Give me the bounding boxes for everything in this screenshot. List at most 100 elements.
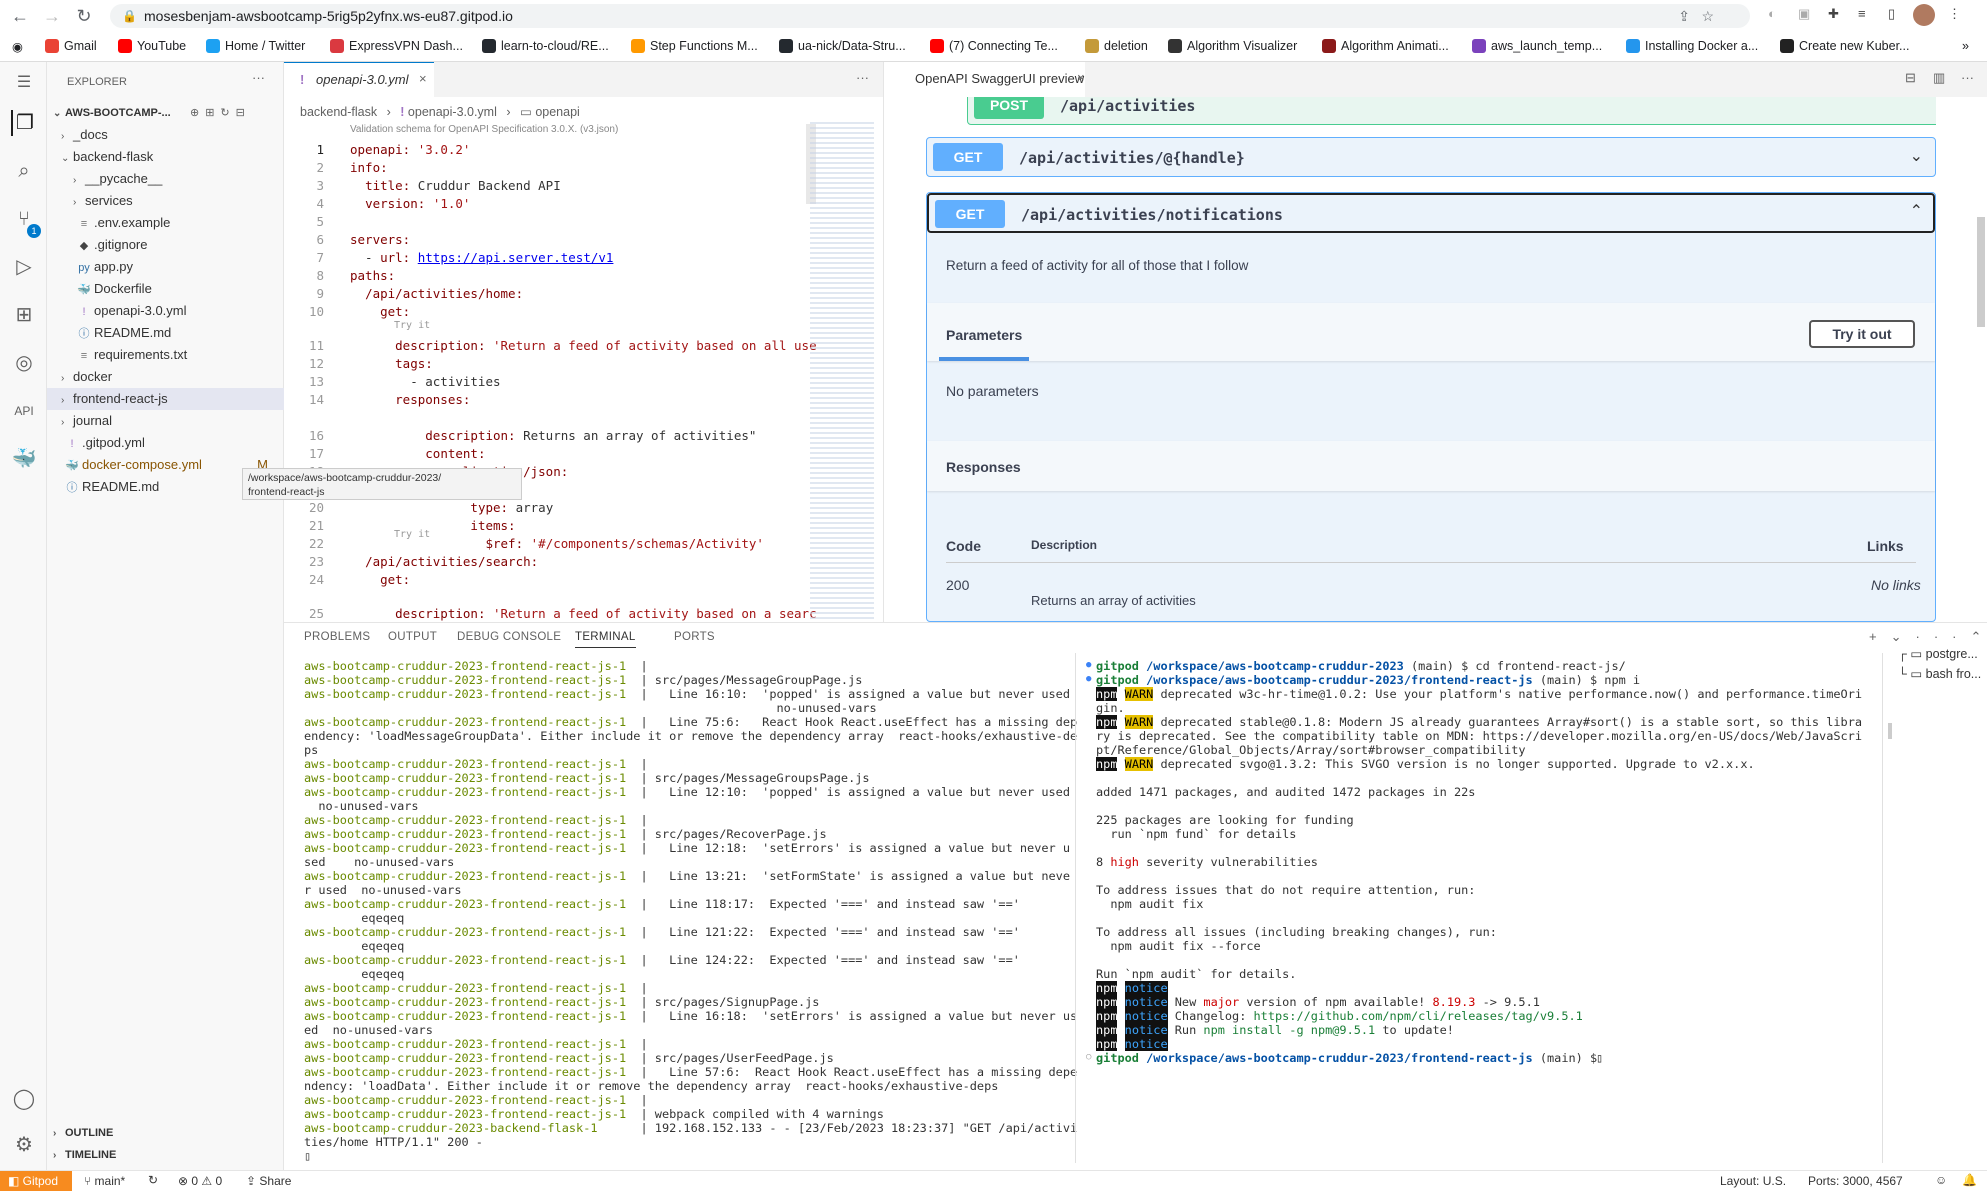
tree-item[interactable]: › _docs — [47, 124, 284, 146]
tab-openapi-yml[interactable]: ! openapi-3.0.yml × — [284, 62, 434, 97]
panel-tab-problems[interactable]: PROBLEMS — [304, 631, 370, 643]
reload-icon[interactable]: ↻ — [72, 4, 96, 28]
keyboard-layout[interactable]: Layout: U.S. — [1720, 1174, 1786, 1188]
timeline-section[interactable]: › TIMELINE — [47, 1144, 284, 1166]
puzzle-icon[interactable]: ✚ — [1828, 6, 1839, 22]
workspace-root[interactable]: ⌄ AWS-BOOTCAMP-... ⊕⊞↻⊟ — [47, 102, 284, 124]
tree-item[interactable]: ≡ requirements.txt — [47, 344, 284, 366]
operation-post-activities[interactable]: POST /api/activities ⌄ — [967, 97, 1936, 125]
bookmark-item[interactable]: learn-to-cloud/RE... — [482, 39, 609, 53]
outline-section[interactable]: › OUTLINE — [47, 1122, 284, 1144]
tree-item[interactable]: › frontend-react-js — [47, 388, 284, 410]
avatar[interactable] — [1913, 4, 1935, 26]
apps-icon[interactable]: ◉ — [12, 39, 23, 54]
back-arrow-icon[interactable]: ← — [8, 4, 32, 28]
tree-item[interactable]: ! .gitpod.yml — [47, 432, 284, 454]
more-actions-icon[interactable]: ··· — [252, 70, 265, 85]
operation-get-handle[interactable]: GET /api/activities/@{handle} ⌄ — [926, 137, 1936, 177]
extension-icon[interactable]: ▣ — [1798, 6, 1810, 22]
tree-item[interactable]: › docker — [47, 366, 284, 388]
bookmark-item[interactable]: YouTube — [118, 39, 186, 53]
more-actions-icon[interactable]: ··· — [1961, 70, 1974, 85]
panel-tab-debug-console[interactable]: DEBUG CONSOLE — [457, 631, 561, 643]
bookmark-item[interactable]: aws_launch_temp... — [1472, 39, 1602, 53]
bookmark-item[interactable]: Algorithm Visualizer — [1168, 39, 1297, 53]
terminal-item[interactable]: └ ▭ bash fro... — [1898, 666, 1981, 681]
tree-item[interactable]: 🐳 Dockerfile — [47, 278, 284, 300]
breadcrumb-item[interactable]: openapi — [535, 105, 580, 119]
branch-indicator[interactable]: ⑂ main* — [84, 1174, 125, 1188]
scrollbar-thumb[interactable] — [1888, 723, 1892, 739]
bookmark-item[interactable]: Algorithm Animati... — [1322, 39, 1449, 53]
codelens[interactable]: Try it — [394, 320, 430, 331]
bookmark-star-icon[interactable]: ☆ — [1701, 4, 1714, 28]
run-debug-icon[interactable]: ▷ — [11, 254, 37, 280]
gitpod-button[interactable]: ◧ Gitpod — [0, 1171, 72, 1191]
extension-icon[interactable]: ◐ — [1768, 6, 1776, 21]
more-bookmarks-icon[interactable]: » — [1962, 39, 1969, 53]
tree-item[interactable]: › services — [47, 190, 284, 212]
tree-item[interactable]: ! openapi-3.0.yml — [47, 300, 284, 322]
tree-item[interactable]: py app.py — [47, 256, 284, 278]
bookmark-item[interactable]: ua-nick/Data-Stru... — [779, 39, 906, 53]
minimap[interactable] — [810, 122, 874, 682]
tree-item[interactable]: ◆ .gitignore — [47, 234, 284, 256]
scrollbar-thumb[interactable] — [1977, 217, 1985, 327]
split-divider[interactable] — [1075, 653, 1076, 1163]
operation-summary[interactable]: GET /api/activities/notifications ⌃ — [927, 193, 1935, 233]
sidepanel-icon[interactable]: ▯ — [1888, 6, 1895, 22]
code-line: 14 responses: — [284, 391, 804, 409]
bookmark-item[interactable]: ExpressVPN Dash... — [330, 39, 463, 53]
chevron-right-icon: › — [53, 1150, 57, 1161]
bell-icon[interactable]: 🔔 — [1962, 1173, 1977, 1187]
github-icon[interactable]: ◎ — [11, 350, 37, 376]
media-icon[interactable]: ≡ — [1858, 6, 1866, 21]
try-it-out-button[interactable]: Try it out — [1809, 320, 1915, 348]
terminal-item[interactable]: ┌ ▭ postgre... — [1898, 646, 1978, 661]
codelens[interactable]: Try it — [394, 529, 430, 540]
more-actions-icon[interactable]: ··· — [856, 70, 869, 85]
panel-actions[interactable]: +⌄···⌃× — [1869, 629, 1987, 645]
close-icon[interactable]: × — [419, 71, 427, 86]
breadcrumb-item[interactable]: backend-flask — [300, 105, 377, 119]
settings-gear-icon[interactable]: ⚙ — [11, 1132, 37, 1158]
panel-tab-terminal[interactable]: TERMINAL — [575, 631, 636, 648]
forward-arrow-icon[interactable]: → — [40, 4, 64, 28]
breadcrumb-item[interactable]: openapi-3.0.yml — [408, 105, 497, 119]
bookmark-item[interactable]: Gmail — [45, 39, 97, 53]
tree-item[interactable]: ⌄ backend-flask — [47, 146, 284, 168]
ports-indicator[interactable]: Ports: 3000, 4567 — [1808, 1174, 1903, 1188]
panel-tab-ports[interactable]: PORTS — [674, 631, 715, 643]
open-preview-icon[interactable]: ⊟ — [1905, 70, 1916, 86]
bookmark-item[interactable]: Step Functions M... — [631, 39, 758, 53]
sync-icon[interactable]: ↻ — [148, 1173, 158, 1187]
bookmark-label: Create new Kuber... — [1799, 39, 1910, 53]
address-bar[interactable]: 🔒 mosesbenjam-awsbootcamp-5rig5p2yfnx.ws… — [110, 4, 1750, 28]
tab-swagger-preview[interactable]: OpenAPI SwaggerUI preview × — [885, 62, 1085, 97]
extensions-icon[interactable]: ⊞ — [11, 302, 37, 328]
account-icon[interactable]: ◯ — [11, 1086, 37, 1112]
docker-icon[interactable]: 🐳 — [11, 446, 37, 472]
search-icon[interactable]: ⌕ — [11, 158, 37, 184]
share-icon[interactable]: ⇪ — [1678, 4, 1690, 28]
files-icon[interactable]: ❐ — [11, 110, 37, 136]
panel-tab-output[interactable]: OUTPUT — [388, 631, 437, 643]
tree-item[interactable]: ≡ .env.example — [47, 212, 284, 234]
api-icon[interactable]: API — [11, 398, 37, 424]
problems-indicator[interactable]: ⊗ 0 ⚠ 0 — [178, 1174, 222, 1188]
close-icon[interactable]: × — [1077, 70, 1085, 85]
menu-dots-icon[interactable]: ⋮ — [1948, 6, 1961, 22]
bookmark-item[interactable]: (7) Connecting Te... — [930, 39, 1058, 53]
tree-item[interactable]: ⓘ README.md — [47, 322, 284, 344]
tree-item[interactable]: › __pycache__ — [47, 168, 284, 190]
feedback-icon[interactable]: ☺ — [1935, 1173, 1947, 1187]
menu-icon[interactable]: ☰ — [11, 70, 37, 96]
explorer-actions[interactable]: ⊕⊞↻⊟ — [190, 102, 251, 124]
share-button[interactable]: ⇪ Share — [246, 1174, 291, 1188]
split-editor-icon[interactable]: ▥ — [1933, 70, 1945, 86]
bookmark-item[interactable]: deletion — [1085, 39, 1148, 53]
bookmark-item[interactable]: Home / Twitter — [206, 39, 305, 53]
bookmark-item[interactable]: Create new Kuber... — [1780, 39, 1909, 53]
tree-item[interactable]: › journal — [47, 410, 284, 432]
bookmark-item[interactable]: Installing Docker a... — [1626, 39, 1758, 53]
